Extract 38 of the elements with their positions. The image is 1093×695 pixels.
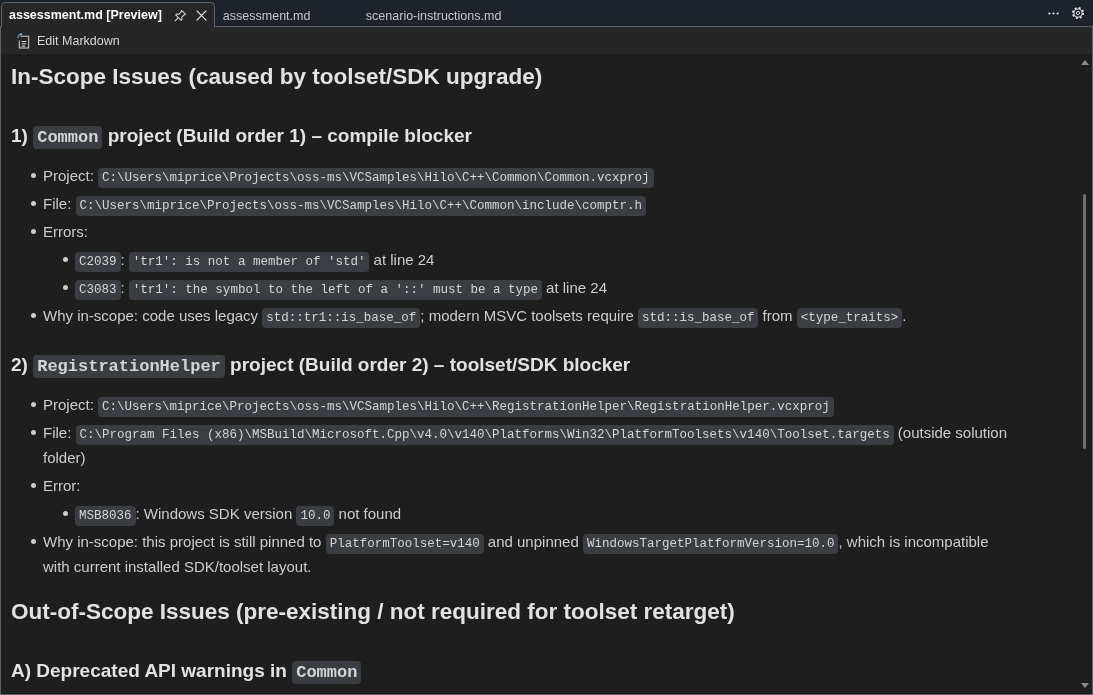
subheading: 2) RegistrationHelper project (Build order 2) – toolset/SDK blocker	[11, 353, 632, 380]
list-item-text: File: C:\Users\miprice\Projects\oss-ms\VCSamples\Hilo\C++\Common\include\comptr.h	[43, 191, 1014, 216]
subheading: 1) Common project (Build order 1) – compile blocker	[11, 124, 473, 151]
list-item-text: File: C:\Program Files (x86)\MSBuild\Microsoft.Cpp\v4.0\v140\Platforms\Win32\PlatformToolsets\v140\Toolset.targets (outside solution folder)	[43, 423, 1009, 468]
bullet-icon	[31, 173, 36, 178]
bullet-icon	[63, 285, 68, 290]
list-item-text: Why in-scope: this project is still pinned to PlatformToolset=v140 and unpinned WindowsTargetPlatformVersion=10.0 , which is incompatible with current installed SDK/toolset layout.	[43, 532, 990, 577]
list-item-text: C3083 : 'tr1': the symbol to the left of a '::' must be a type at line 24	[75, 275, 1014, 300]
bullet-icon	[31, 539, 36, 544]
more-icon[interactable]	[1048, 11, 1059, 15]
scroll-up-icon[interactable]	[1081, 60, 1089, 65]
document-icon	[17, 32, 31, 49]
bullet-icon	[31, 483, 36, 488]
pin-icon[interactable]	[173, 8, 187, 22]
tab[interactable]: assessment.md	[214, 3, 358, 27]
heading: Out-of-Scope Issues (pre-existing / not required for toolset retarget)	[11, 598, 736, 626]
bullet-icon	[31, 229, 36, 234]
bullet-icon	[31, 402, 36, 407]
list-item-text: Errors:	[43, 222, 89, 242]
bullet-icon	[31, 430, 36, 435]
list-item-text: MSB8036 : Windows SDK version 10.0 not found	[75, 501, 1014, 526]
edit-markdown-button[interactable]: Edit Markdown	[17, 32, 120, 49]
tab[interactable]: assessment.md [Preview]	[1, 2, 215, 27]
bullet-icon	[31, 313, 36, 318]
list-item-text: C2039 : 'tr1': is not a member of 'std' at line 24	[75, 247, 1014, 272]
bullet-icon	[63, 511, 68, 516]
list-item-text: Why in-scope: code uses legacy std::tr1::is_base_of ; modern MSVC toolsets require std::is_base_of from <type_traits> .	[43, 303, 1014, 328]
scrollbar-thumb[interactable]	[1083, 194, 1086, 449]
tab[interactable]: scenario-instructions.md	[357, 3, 510, 27]
heading: In-Scope Issues (caused by toolset/SDK upgrade)	[11, 63, 544, 91]
bullet-icon	[63, 257, 68, 262]
close-icon[interactable]	[195, 9, 207, 21]
list-item-text: Project: C:\Users\miprice\Projects\oss-ms\VCSamples\Hilo\C++\Common\Common.vcxproj	[43, 163, 1014, 188]
list-item-text: Error:	[43, 476, 82, 496]
bullet-icon	[31, 201, 36, 206]
subheading: A) Deprecated API warnings in Common	[11, 656, 1014, 686]
scroll-down-icon[interactable]	[1081, 683, 1089, 688]
settings-icon[interactable]	[1071, 6, 1085, 20]
